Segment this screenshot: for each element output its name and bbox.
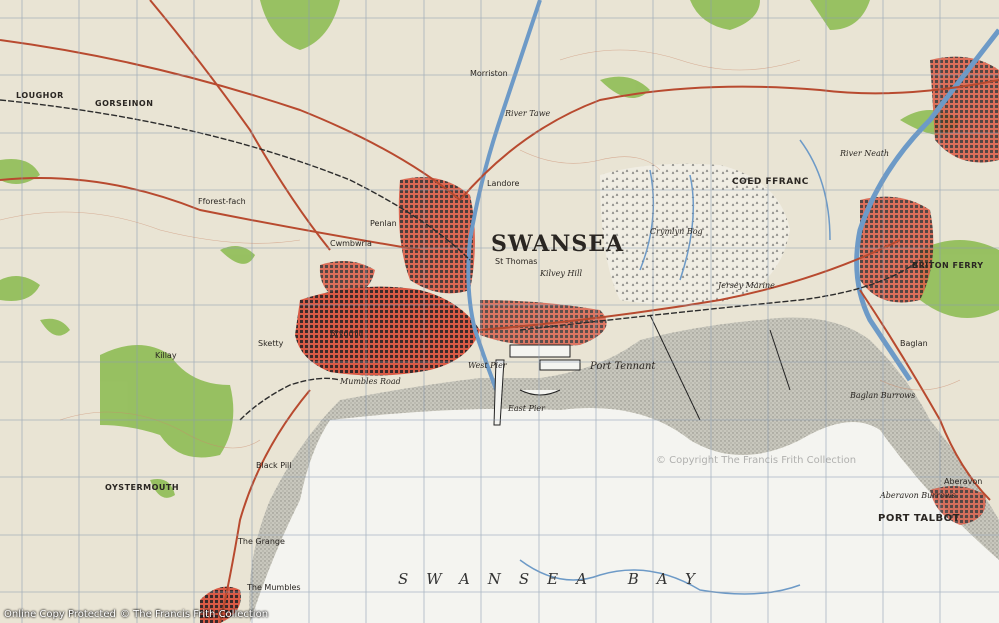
baglan-burrows-label: Baglan Burrows	[850, 391, 916, 400]
sketty-label: Sketty	[258, 339, 284, 348]
port-talbot-label: PORT TALBOT	[878, 513, 960, 524]
port-tennant-label: Port Tennant	[590, 361, 656, 372]
frith-collection-credit: © The Francis Frith Collection	[120, 609, 269, 620]
coed-ffranc-label: COED FFRANC	[732, 177, 809, 187]
morriston-label: Morriston	[470, 69, 508, 78]
the-grange-label: The Grange	[238, 537, 285, 546]
aberavon-burrows-label: Aberavon Burrows	[880, 491, 956, 500]
crymlyn-bog-label: Crymlyn Bog	[650, 227, 703, 236]
jersey-marine-label: Jersey Marine	[718, 281, 775, 290]
baglan-label: Baglan	[900, 339, 928, 348]
cwmbwrla-label: Cwmbwrla	[330, 239, 372, 248]
online-copy-credit: Online Copy Protected	[4, 609, 116, 620]
killay-label: Killay	[155, 351, 177, 360]
swansea-bay-label: SWANSEA BAY	[398, 570, 713, 588]
mumbles-road-label: Mumbles Road	[340, 377, 401, 386]
river-neath-label: River Neath	[840, 149, 890, 158]
fforestfach-label: Fforest-fach	[198, 197, 246, 206]
aberavon-label: Aberavon	[944, 477, 983, 486]
west-pier-label: West Pier	[468, 361, 507, 370]
st-thomas-label: St Thomas	[495, 257, 538, 266]
briton-ferry-label: BRITON FERRY	[912, 261, 984, 270]
gorseinon-label: GORSEINON	[95, 99, 154, 108]
landore-label: Landore	[487, 179, 520, 188]
brynmill-label: Brynmill	[330, 329, 364, 338]
kilvey-hill-label: Kilvey Hill	[540, 269, 583, 278]
map-graphics	[0, 0, 999, 623]
east-pier-label: East Pier	[508, 404, 545, 413]
oystermouth-label: OYSTERMOUTH	[105, 483, 180, 492]
the-mumbles-label: The Mumbles	[247, 583, 301, 592]
penlan-label: Penlan	[370, 219, 397, 228]
river-tawe-label: River Tawe	[505, 109, 551, 118]
copyright-watermark: © Copyright The Francis Frith Collection	[656, 455, 857, 466]
black-pill-label: Black Pill	[256, 461, 292, 470]
swansea-title: SWANSEA	[491, 231, 625, 257]
loughor-label: LOUGHOR	[16, 91, 64, 100]
map-canvas[interactable]: SWANSEA SWANSEA BAY PORT TALBOT Port Ten…	[0, 0, 999, 623]
